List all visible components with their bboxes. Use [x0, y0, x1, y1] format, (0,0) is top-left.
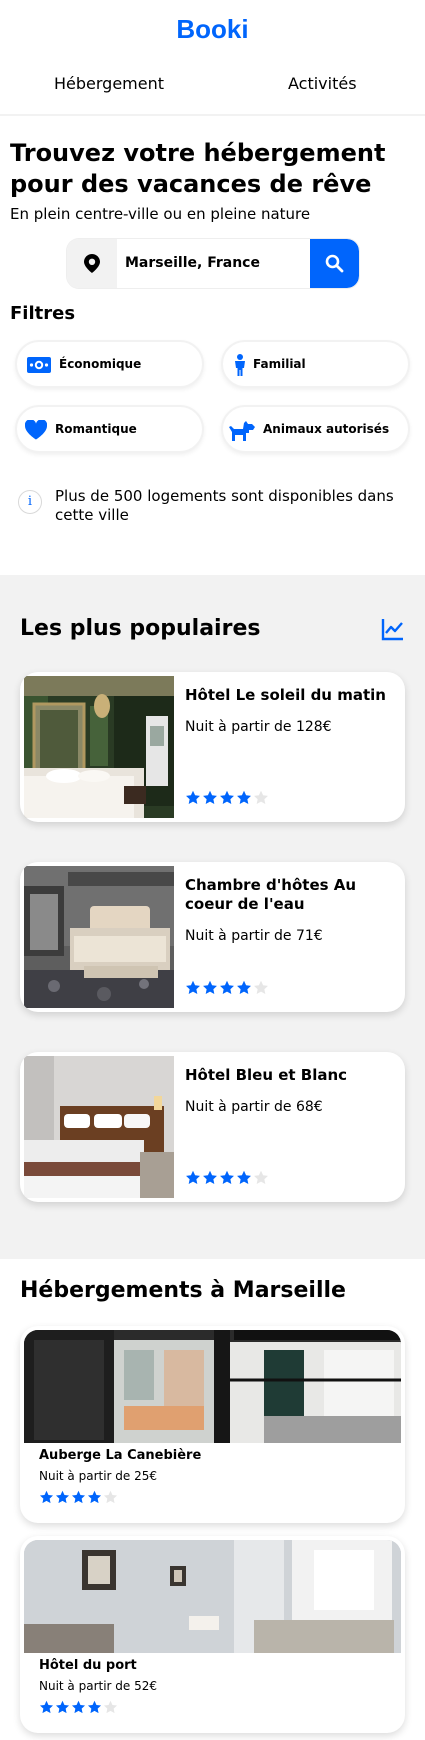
star-empty-icon [254, 980, 268, 994]
star-filled-icon [87, 1490, 102, 1504]
hero-title: Trouvez votre hébergement pour des vacan… [10, 139, 386, 198]
popular-card-3[interactable]: Hôtel Bleu et Blanc Nuit à partir de 68€ [20, 1052, 405, 1202]
hero-subtitle: En plein centre-ville ou en pleine natur… [10, 205, 311, 223]
rating-stars [39, 1700, 118, 1715]
star-empty-icon [103, 1490, 118, 1504]
star-filled-icon [87, 1700, 102, 1714]
star-filled-icon [186, 1170, 200, 1184]
filter-label: Animaux autorisés [263, 422, 390, 436]
filter-label: Familial [253, 357, 306, 371]
hotel-photo [24, 1056, 174, 1198]
hotel-price: Nuit à partir de 52€ [39, 1679, 158, 1693]
search-button[interactable] [310, 239, 359, 288]
star-empty-icon [254, 790, 268, 804]
star-filled-icon [203, 980, 217, 994]
hotel-price: Nuit à partir de 128€ [185, 719, 332, 735]
hotel-price: Nuit à partir de 71€ [185, 928, 323, 944]
star-filled-icon [55, 1700, 70, 1714]
marseille-title: Hébergements à Marseille [20, 1278, 346, 1303]
star-filled-icon [186, 980, 200, 994]
star-filled-icon [237, 980, 251, 994]
hostel-price: Nuit à partir de 25€ [39, 1469, 158, 1483]
hotel-name: Chambre d'hôtes Au coeur de l'eau [185, 876, 357, 913]
hostel-name: Auberge La Canebière [39, 1448, 202, 1463]
filter-label: Économique [59, 357, 142, 371]
info-icon: i [18, 490, 42, 514]
hotel-photo [24, 676, 174, 818]
star-filled-icon [39, 1700, 54, 1714]
tab-hebergement[interactable]: Hébergement [54, 74, 164, 93]
hotel-photo [24, 1540, 401, 1653]
star-filled-icon [203, 790, 217, 804]
star-filled-icon [220, 980, 234, 994]
hostel-photo [24, 1330, 401, 1443]
hotel-photo [24, 866, 174, 1008]
header: Booki [0, 0, 425, 62]
star-filled-icon [220, 790, 234, 804]
star-filled-icon [237, 1170, 251, 1184]
dog-icon [229, 421, 255, 441]
availability-text: Plus de 500 logements sont disponibles d… [55, 487, 394, 524]
map-pin-icon [67, 239, 117, 288]
tab-activites[interactable]: Activités [288, 74, 357, 93]
hotel-name: Hôtel Le soleil du matin [185, 686, 386, 704]
star-empty-icon [103, 1700, 118, 1714]
star-filled-icon [71, 1700, 86, 1714]
child-icon [235, 354, 245, 376]
money-icon [27, 357, 51, 373]
popular-card-2[interactable]: Chambre d'hôtes Au coeur de l'eau Nuit à… [20, 862, 405, 1012]
booki-logo[interactable]: Booki [0, 14, 425, 45]
search-icon [325, 254, 344, 273]
search-input[interactable]: Marseille, France [125, 255, 260, 271]
filter-label: Romantique [55, 422, 137, 436]
star-filled-icon [220, 1170, 234, 1184]
star-filled-icon [237, 790, 251, 804]
filter-familial[interactable]: Familial [221, 340, 410, 388]
filter-romantique[interactable]: Romantique [15, 405, 204, 453]
popular-title: Les plus populaires [20, 616, 261, 641]
rating-stars [185, 1170, 269, 1186]
filter-animaux[interactable]: Animaux autorisés [221, 405, 410, 453]
star-filled-icon [39, 1490, 54, 1504]
hotel-price: Nuit à partir de 68€ [185, 1099, 323, 1115]
star-filled-icon [71, 1490, 86, 1504]
star-filled-icon [55, 1490, 70, 1504]
filter-economique[interactable]: Économique [15, 340, 204, 388]
popular-card-1[interactable]: Hôtel Le soleil du matin Nuit à partir d… [20, 672, 405, 822]
search-bar: Marseille, France [67, 239, 359, 288]
popular-section: Les plus populaires Hôtel Le soleil du m… [0, 575, 425, 1259]
hotel-name: Hôtel du port [39, 1658, 137, 1673]
chart-line-icon [381, 619, 403, 641]
filters-title: Filtres [10, 303, 76, 324]
marseille-card-1[interactable]: Auberge La Canebière Nuit à partir de 25… [20, 1326, 405, 1523]
star-empty-icon [254, 1170, 268, 1184]
marseille-card-2[interactable]: Hôtel du port Nuit à partir de 52€ [20, 1536, 405, 1733]
star-filled-icon [186, 790, 200, 804]
star-filled-icon [203, 1170, 217, 1184]
rating-stars [39, 1490, 118, 1505]
hotel-name: Hôtel Bleu et Blanc [185, 1066, 348, 1084]
rating-stars [185, 980, 269, 996]
heart-icon [25, 420, 47, 440]
main-nav: Hébergement Activités [0, 62, 425, 116]
rating-stars [185, 790, 269, 806]
